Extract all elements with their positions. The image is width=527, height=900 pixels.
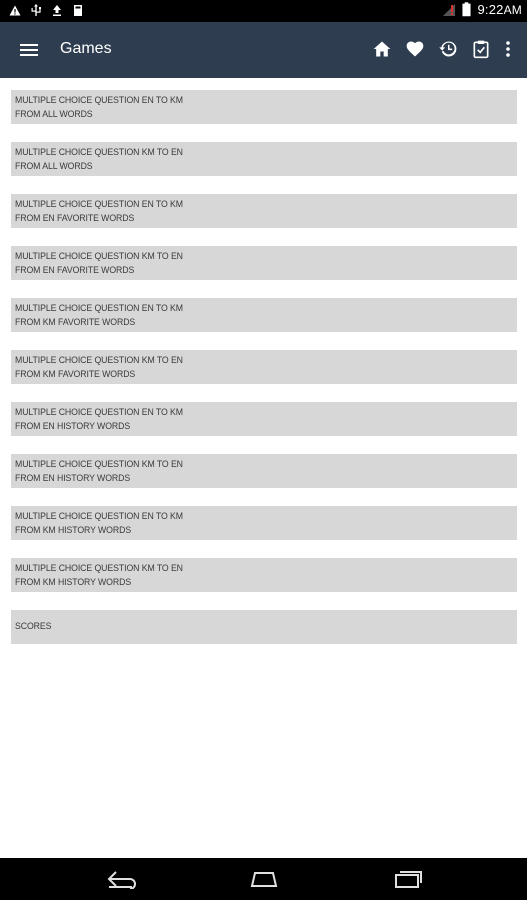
clock-suffix: AM (503, 3, 522, 17)
warning-icon (9, 5, 21, 16)
game-item-mcq-km-en-km-history[interactable]: MULTIPLE CHOICE QUESTION KM TO EN FROM K… (11, 558, 517, 592)
clipboard-button[interactable] (470, 38, 492, 60)
game-item-title: MULTIPLE CHOICE QUESTION KM TO EN (15, 563, 183, 574)
home-button[interactable] (371, 38, 393, 60)
back-icon (107, 871, 136, 889)
game-item-subtitle: FROM EN HISTORY WORDS (15, 421, 131, 432)
signal-icon (443, 3, 456, 16)
game-item-subtitle: FROM ALL WORDS (15, 161, 93, 172)
game-item-title: MULTIPLE CHOICE QUESTION KM TO EN (15, 251, 183, 262)
game-item-mcq-en-km-en-favorite[interactable]: MULTIPLE CHOICE QUESTION EN TO KM FROM E… (11, 194, 517, 228)
battery-icon (462, 2, 472, 17)
system-icons: 9:22AM (442, 2, 522, 17)
game-item-title: MULTIPLE CHOICE QUESTION EN TO KM (15, 95, 183, 106)
game-item-subtitle: FROM KM HISTORY WORDS (15, 577, 132, 588)
history-button[interactable] (437, 38, 459, 60)
game-item-title: MULTIPLE CHOICE QUESTION EN TO KM (15, 199, 183, 210)
clock: 9:22AM (477, 2, 522, 17)
game-item-mcq-km-en-km-favorite[interactable]: MULTIPLE CHOICE QUESTION KM TO EN FROM K… (11, 350, 517, 384)
game-item-mcq-en-km-all[interactable]: MULTIPLE CHOICE QUESTION EN TO KM FROM A… (11, 90, 517, 124)
back-button[interactable] (104, 868, 140, 890)
notification-icons (9, 4, 84, 17)
game-item-subtitle: FROM ALL WORDS (15, 109, 93, 120)
navigation-bar (0, 858, 527, 900)
game-item-subtitle: FROM KM FAVORITE WORDS (15, 369, 136, 380)
status-bar: 9:22AM (0, 0, 527, 22)
toolbar-actions (371, 38, 513, 60)
game-item-subtitle: FROM EN FAVORITE WORDS (15, 265, 135, 276)
favorites-button[interactable] (404, 38, 426, 60)
game-item-mcq-en-km-en-history[interactable]: MULTIPLE CHOICE QUESTION EN TO KM FROM E… (11, 402, 517, 436)
scores-label: SCORES (15, 621, 52, 632)
game-item-title: MULTIPLE CHOICE QUESTION EN TO KM (15, 407, 183, 418)
history-icon (439, 41, 457, 57)
games-content: MULTIPLE CHOICE QUESTION EN TO KM FROM A… (0, 78, 527, 858)
game-item-title: MULTIPLE CHOICE QUESTION KM TO EN (15, 355, 183, 366)
home-nav-icon (250, 872, 278, 887)
clock-time: 9:22 (477, 2, 504, 17)
game-item-mcq-en-km-km-history[interactable]: MULTIPLE CHOICE QUESTION EN TO KM FROM K… (11, 506, 517, 540)
home-icon (373, 41, 391, 57)
recents-icon (395, 871, 422, 888)
game-item-title: MULTIPLE CHOICE QUESTION EN TO KM (15, 303, 183, 314)
game-item-title: MULTIPLE CHOICE QUESTION KM TO EN (15, 459, 183, 470)
upload-icon (53, 5, 61, 16)
app-bar: Games (0, 22, 527, 78)
menu-button[interactable] (17, 38, 41, 62)
game-list: MULTIPLE CHOICE QUESTION EN TO KM FROM A… (11, 90, 517, 662)
heart-icon (406, 41, 424, 57)
usb-icon (31, 4, 41, 16)
storage-icon (74, 5, 82, 16)
hamburger-icon (20, 44, 38, 56)
game-item-mcq-km-en-all[interactable]: MULTIPLE CHOICE QUESTION KM TO EN FROM A… (11, 142, 517, 176)
game-item-mcq-en-km-km-favorite[interactable]: MULTIPLE CHOICE QUESTION EN TO KM FROM K… (11, 298, 517, 332)
game-item-title: MULTIPLE CHOICE QUESTION EN TO KM (15, 511, 183, 522)
more-options-button[interactable] (503, 38, 513, 60)
game-item-subtitle: FROM EN FAVORITE WORDS (15, 213, 135, 224)
recents-button[interactable] (390, 868, 426, 890)
game-item-subtitle: FROM KM HISTORY WORDS (15, 525, 132, 536)
game-item-title: MULTIPLE CHOICE QUESTION KM TO EN (15, 147, 183, 158)
game-item-subtitle: FROM KM FAVORITE WORDS (15, 317, 136, 328)
game-item-mcq-km-en-en-favorite[interactable]: MULTIPLE CHOICE QUESTION KM TO EN FROM E… (11, 246, 517, 280)
more-vert-icon (506, 41, 510, 57)
game-item-mcq-km-en-en-history[interactable]: MULTIPLE CHOICE QUESTION KM TO EN FROM E… (11, 454, 517, 488)
nav-home-button[interactable] (246, 868, 282, 890)
page-title: Games (60, 40, 112, 57)
clipboard-icon (473, 40, 489, 59)
scores-item[interactable]: SCORES (11, 610, 517, 644)
game-item-subtitle: FROM EN HISTORY WORDS (15, 473, 131, 484)
